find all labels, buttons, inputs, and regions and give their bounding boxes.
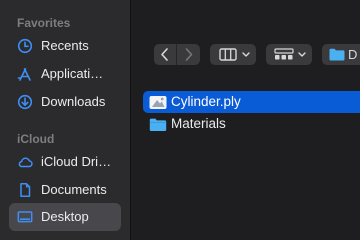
file-name: Cylinder.ply — [171, 94, 241, 109]
back-icon — [161, 48, 168, 61]
sidebar-item-recents[interactable]: Recents — [9, 32, 121, 60]
file-name: Materials — [171, 116, 226, 131]
download-icon — [17, 94, 33, 110]
back-button[interactable] — [154, 44, 176, 65]
applications-icon — [17, 68, 31, 81]
sidebar-item-label: iCloud Dri… — [41, 154, 112, 169]
file-row-materials[interactable]: Materials — [143, 113, 360, 135]
sidebar-item-documents[interactable]: Documents — [9, 176, 121, 204]
sidebar-item-applications[interactable]: Applicati… — [9, 60, 121, 88]
cloud-icon — [18, 157, 33, 168]
sidebar-item-downloads[interactable]: Downloads — [9, 88, 121, 116]
forward-button[interactable] — [177, 44, 200, 65]
folder-icon — [329, 48, 345, 61]
view-button[interactable] — [210, 44, 256, 65]
column-view-icon — [219, 48, 250, 61]
folder-icon — [149, 118, 167, 131]
path-label: D — [348, 47, 358, 62]
desktop-icon — [17, 211, 33, 223]
document-icon — [20, 183, 31, 197]
sidebar-item-label: Applicati… — [41, 66, 104, 81]
navigation-group — [154, 44, 200, 65]
forward-icon — [185, 48, 193, 61]
icloud-section-label: iCloud — [17, 132, 55, 146]
clock-icon — [17, 38, 33, 54]
sidebar-item-label: Recents — [41, 38, 89, 53]
group-button[interactable] — [266, 44, 312, 65]
file-row-cylinder[interactable]: Cylinder.ply — [143, 91, 360, 113]
sidebar-item-label: Desktop — [41, 209, 89, 224]
sidebar-item-label: Documents — [41, 182, 107, 197]
sidebar-item-label: Downloads — [41, 94, 106, 109]
group-icon — [274, 48, 306, 60]
sidebar: Favorites Recents Applicati… Downloads i… — [0, 0, 130, 240]
sidebar-item-icloud-drive[interactable]: iCloud Dri… — [9, 148, 121, 176]
favorites-section-label: Favorites — [17, 16, 71, 30]
sidebar-item-desktop[interactable]: Desktop — [9, 203, 121, 231]
path-button[interactable]: D — [322, 44, 360, 65]
ply-file-icon — [149, 96, 167, 109]
